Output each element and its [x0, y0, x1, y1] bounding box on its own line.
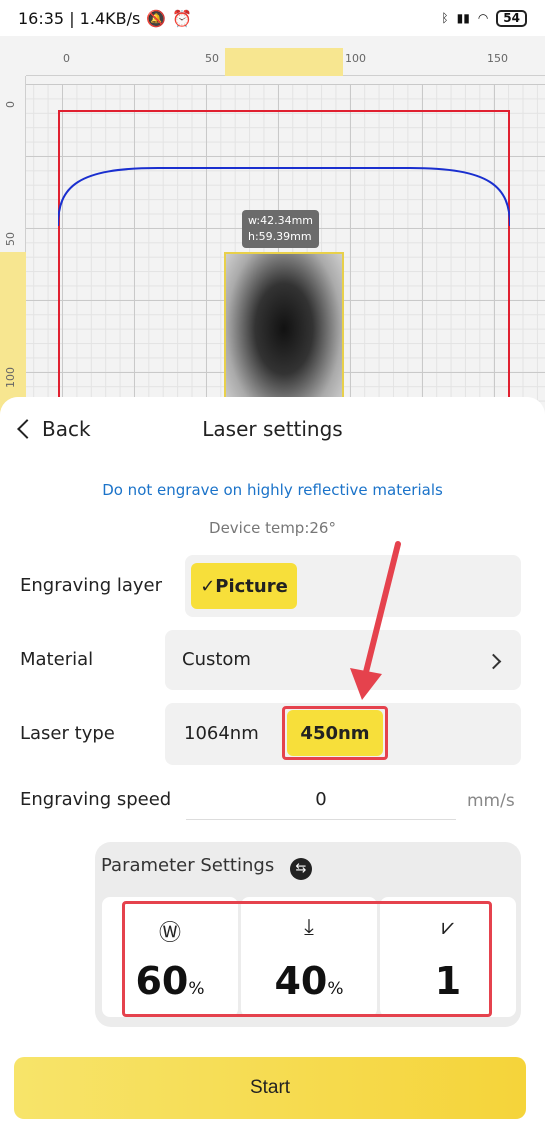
- sheet-header: Back Laser settings: [0, 397, 545, 463]
- bluetooth-icon: ᛒ: [441, 11, 449, 25]
- engraving-canvas[interactable]: 0 50 100 150 0 50 100 w:42.34mm h:59.39m…: [0, 36, 545, 416]
- ruler-tick: 100: [345, 52, 366, 65]
- ruler-left-highlight: [0, 252, 26, 416]
- status-time-speed: 16:35 | 1.4KB/s: [18, 8, 141, 28]
- laser-settings-sheet: Back Laser settings Do not engrave on hi…: [0, 397, 545, 1141]
- dimension-height: h:59.39mm: [248, 230, 312, 243]
- engraving-speed-label: Engraving speed: [20, 789, 172, 810]
- alarm-icon: ⏰: [172, 8, 193, 28]
- layer-picture-chip[interactable]: ✓Picture: [191, 563, 297, 609]
- engraving-layer-label: Engraving layer: [20, 575, 163, 596]
- start-button[interactable]: Start: [14, 1057, 526, 1119]
- ruler-tick: 150: [487, 52, 508, 65]
- swap-icon[interactable]: ⇆: [290, 858, 312, 880]
- material-value: Custom: [182, 649, 251, 670]
- reflective-warning: Do not engrave on highly reflective mate…: [102, 481, 443, 499]
- mute-icon: 🔕: [146, 8, 167, 28]
- dimension-width: w:42.34mm: [248, 214, 314, 227]
- engraving-image[interactable]: [224, 252, 344, 416]
- device-temp: Device temp:26°: [209, 519, 336, 537]
- laser-type-label: Laser type: [20, 723, 115, 744]
- battery-indicator: 54: [496, 9, 527, 27]
- signal-icon: ▮▮: [456, 11, 470, 25]
- speed-unit: mm/s: [467, 791, 515, 811]
- wifi-icon: ◠: [477, 11, 489, 25]
- engraving-speed-input[interactable]: 0: [186, 789, 456, 810]
- ruler-top-highlight: [225, 48, 343, 76]
- annotation-highlight: [282, 706, 388, 760]
- laser-option-1064nm[interactable]: 1064nm: [184, 723, 259, 744]
- ruler-tick: 0: [63, 52, 70, 65]
- dimension-tooltip: w:42.34mm h:59.39mm: [242, 210, 320, 248]
- ruler-tick: 50: [4, 232, 17, 246]
- speed-input-underline: [186, 819, 456, 820]
- parameter-settings-title: Parameter Settings: [101, 855, 275, 876]
- page-title: Laser settings: [202, 417, 343, 441]
- status-bar: 16:35 | 1.4KB/s 🔕 ⏰ ᛒ ▮▮ ◠ 54: [0, 0, 545, 36]
- ruler-tick: 100: [4, 367, 17, 388]
- annotation-arrow: [350, 541, 401, 700]
- annotation-highlight: [122, 901, 492, 1017]
- ruler-tick: 0: [4, 101, 17, 108]
- material-label: Material: [20, 649, 94, 670]
- ruler-tick: 50: [205, 52, 219, 65]
